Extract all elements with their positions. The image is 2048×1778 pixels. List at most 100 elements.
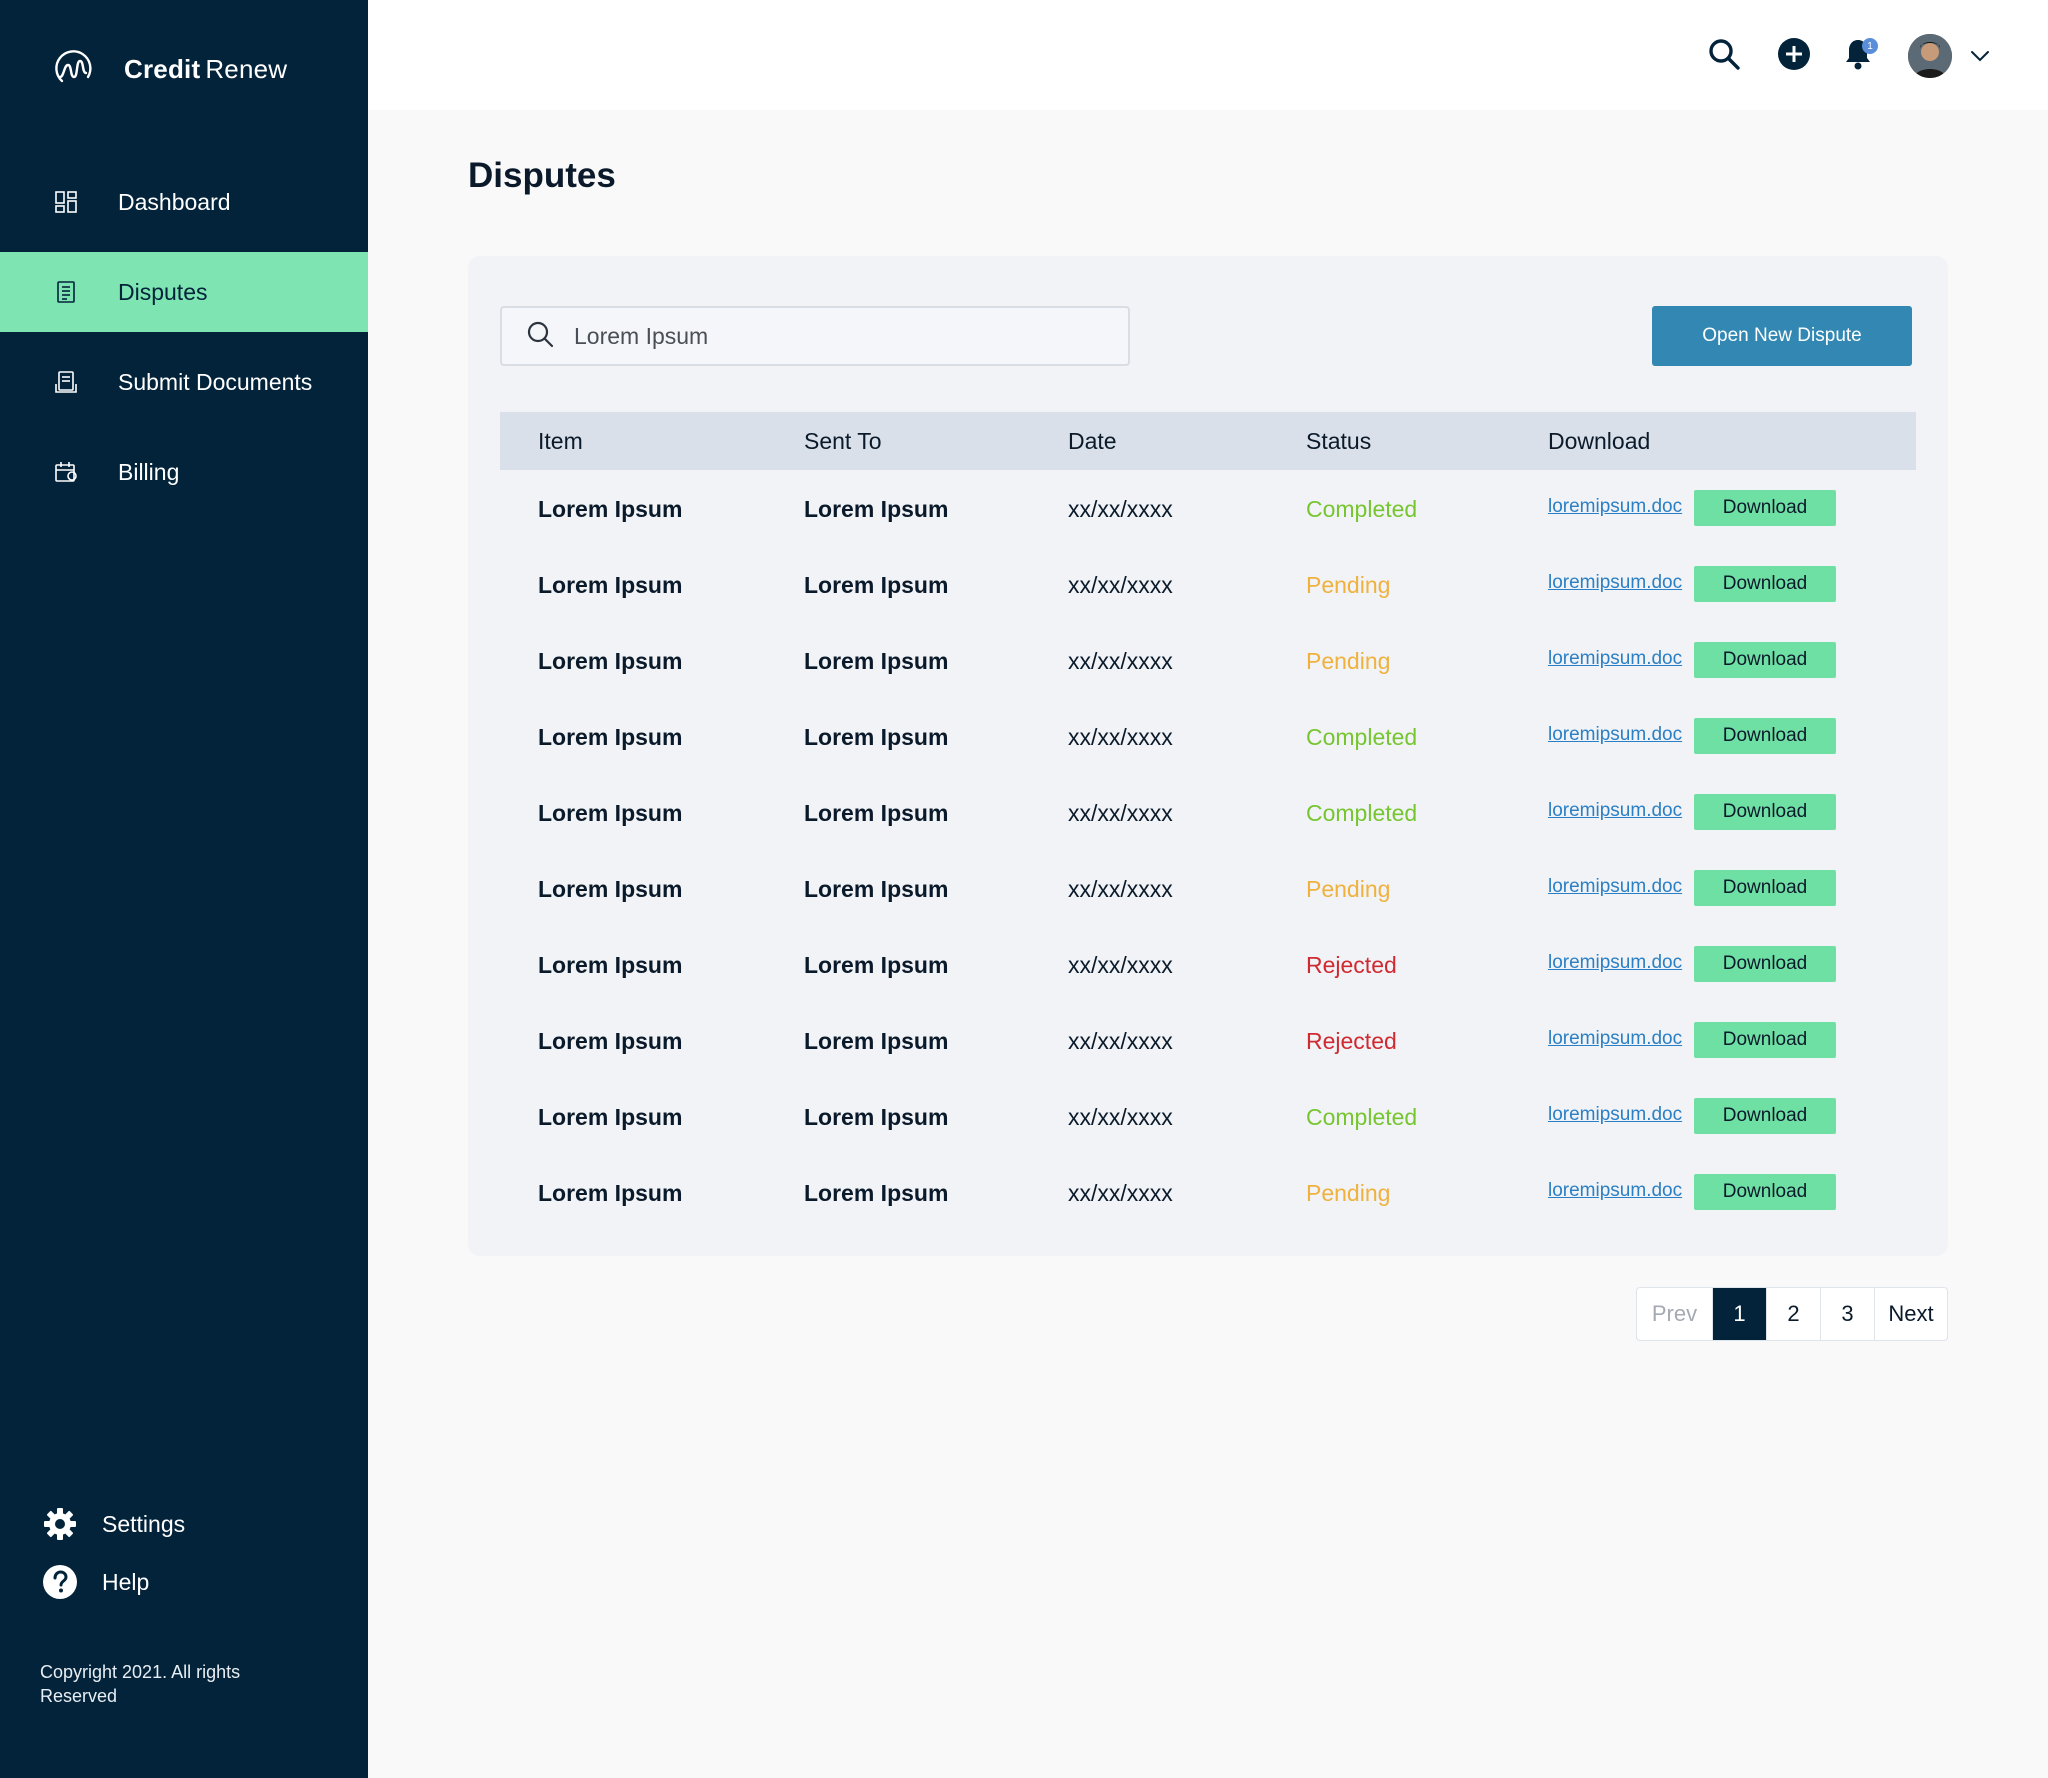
column-header-sent-to: Sent To bbox=[804, 428, 882, 454]
table-row: Lorem Ipsum Lorem Ipsum xx/xx/xxxx Pending l… bbox=[500, 546, 1916, 622]
sidebar-item-disputes[interactable]: Disputes bbox=[0, 252, 368, 332]
cell-item: Lorem Ipsum bbox=[538, 572, 683, 598]
cell-sent-to: Lorem Ipsum bbox=[804, 1104, 949, 1130]
document-link[interactable]: loremipsum.doc bbox=[1548, 952, 1682, 974]
document-link[interactable]: loremipsum.doc bbox=[1548, 1180, 1682, 1202]
top-bar: 1 bbox=[368, 0, 2048, 110]
document-link[interactable]: loremipsum.doc bbox=[1548, 648, 1682, 670]
download-button[interactable]: Download bbox=[1694, 718, 1836, 754]
status-badge: Completed bbox=[1306, 496, 1418, 522]
prev-page-button[interactable]: Prev bbox=[1637, 1288, 1713, 1340]
cell-item: Lorem Ipsum bbox=[538, 952, 683, 978]
download-button[interactable]: Download bbox=[1694, 946, 1836, 982]
cell-date: xx/xx/xxxx bbox=[1068, 952, 1173, 978]
cell-sent-to: Lorem Ipsum bbox=[804, 1028, 949, 1054]
cell-item: Lorem Ipsum bbox=[538, 1028, 683, 1054]
download-button[interactable]: Download bbox=[1694, 490, 1836, 526]
sidebar-item-help[interactable]: Help bbox=[42, 1562, 185, 1602]
sidebar-item-label: Billing bbox=[118, 458, 180, 485]
cell-date: xx/xx/xxxx bbox=[1068, 1028, 1173, 1054]
cell-item: Lorem Ipsum bbox=[538, 876, 683, 902]
search-input[interactable] bbox=[574, 322, 1114, 350]
chevron-down-icon[interactable] bbox=[1968, 44, 1992, 68]
cell-sent-to: Lorem Ipsum bbox=[804, 1180, 949, 1206]
cell-sent-to: Lorem Ipsum bbox=[804, 724, 949, 750]
page-title: Disputes bbox=[468, 156, 616, 195]
sidebar-item-billing[interactable]: Billing bbox=[0, 432, 368, 512]
status-badge: Pending bbox=[1306, 1180, 1391, 1206]
next-page-button[interactable]: Next bbox=[1875, 1288, 1947, 1340]
document-link[interactable]: loremipsum.doc bbox=[1548, 572, 1682, 594]
table-header: Item Sent To Date Status Download bbox=[500, 412, 1916, 470]
document-icon bbox=[54, 280, 78, 304]
document-link[interactable]: loremipsum.doc bbox=[1548, 496, 1682, 518]
open-new-dispute-button[interactable]: Open New Dispute bbox=[1652, 306, 1912, 366]
sidebar-item-settings[interactable]: Settings bbox=[42, 1504, 185, 1544]
brand[interactable]: Credit Renew bbox=[52, 44, 287, 94]
sidebar-nav: Dashboard Disputes Submit Documents Bill… bbox=[0, 162, 368, 512]
document-link[interactable]: loremipsum.doc bbox=[1548, 800, 1682, 822]
document-link[interactable]: loremipsum.doc bbox=[1548, 1028, 1682, 1050]
status-badge: Rejected bbox=[1306, 1028, 1397, 1054]
notification-badge: 1 bbox=[1862, 38, 1878, 54]
download-button[interactable]: Download bbox=[1694, 870, 1836, 906]
brand-name: Credit Renew bbox=[124, 54, 287, 85]
column-header-download: Download bbox=[1548, 428, 1651, 454]
column-header-date: Date bbox=[1068, 428, 1117, 454]
sidebar-item-dashboard[interactable]: Dashboard bbox=[0, 162, 368, 242]
cell-sent-to: Lorem Ipsum bbox=[804, 572, 949, 598]
download-button[interactable]: Download bbox=[1694, 1098, 1836, 1134]
table-body: Lorem Ipsum Lorem Ipsum xx/xx/xxxx Complete… bbox=[500, 470, 1916, 1230]
cell-item: Lorem Ipsum bbox=[538, 1104, 683, 1130]
dashboard-icon bbox=[54, 190, 78, 214]
table-row: Lorem Ipsum Lorem Ipsum xx/xx/xxxx Complete… bbox=[500, 774, 1916, 850]
download-button[interactable]: Download bbox=[1694, 1022, 1836, 1058]
add-icon[interactable] bbox=[1774, 34, 1814, 74]
cell-sent-to: Lorem Ipsum bbox=[804, 876, 949, 902]
download-button[interactable]: Download bbox=[1694, 642, 1836, 678]
cell-sent-to: Lorem Ipsum bbox=[804, 496, 949, 522]
notification-bell-icon[interactable]: 1 bbox=[1838, 34, 1878, 74]
disputes-card: Open New Dispute Item Sent To Date Statu… bbox=[468, 256, 1948, 1256]
search-icon[interactable] bbox=[1704, 34, 1744, 74]
download-button[interactable]: Download bbox=[1694, 1174, 1836, 1210]
cell-item: Lorem Ipsum bbox=[538, 648, 683, 674]
credit-renew-logo-icon bbox=[52, 47, 96, 91]
sidebar-item-submit-documents[interactable]: Submit Documents bbox=[0, 342, 368, 422]
cell-date: xx/xx/xxxx bbox=[1068, 496, 1173, 522]
download-button[interactable]: Download bbox=[1694, 794, 1836, 830]
search-box[interactable] bbox=[500, 306, 1130, 366]
table-row: Lorem Ipsum Lorem Ipsum xx/xx/xxxx Pending l… bbox=[500, 622, 1916, 698]
table-row: Lorem Ipsum Lorem Ipsum xx/xx/xxxx Rejected… bbox=[500, 926, 1916, 1002]
document-link[interactable]: loremipsum.doc bbox=[1548, 1104, 1682, 1126]
cell-date: xx/xx/xxxx bbox=[1068, 876, 1173, 902]
download-button[interactable]: Download bbox=[1694, 566, 1836, 602]
cell-sent-to: Lorem Ipsum bbox=[804, 952, 949, 978]
page-button-2[interactable]: 2 bbox=[1767, 1288, 1821, 1340]
sidebar-item-label: Help bbox=[102, 1568, 150, 1595]
status-badge: Pending bbox=[1306, 648, 1391, 674]
cell-date: xx/xx/xxxx bbox=[1068, 800, 1173, 826]
page-button-3[interactable]: 3 bbox=[1821, 1288, 1875, 1340]
table-row: Lorem Ipsum Lorem Ipsum xx/xx/xxxx Pending l… bbox=[500, 850, 1916, 926]
search-icon bbox=[526, 320, 554, 353]
sidebar-item-label: Disputes bbox=[118, 278, 208, 305]
status-badge: Pending bbox=[1306, 572, 1391, 598]
billing-icon bbox=[54, 460, 78, 484]
status-badge: Completed bbox=[1306, 800, 1418, 826]
sidebar-item-label: Dashboard bbox=[118, 188, 231, 215]
cell-item: Lorem Ipsum bbox=[538, 1180, 683, 1206]
page-button-1[interactable]: 1 bbox=[1713, 1288, 1767, 1340]
sidebar-item-label: Settings bbox=[102, 1510, 186, 1537]
table-row: Lorem Ipsum Lorem Ipsum xx/xx/xxxx Complete… bbox=[500, 698, 1916, 774]
document-link[interactable]: loremipsum.doc bbox=[1548, 876, 1682, 898]
sidebar-item-label: Submit Documents bbox=[118, 368, 313, 395]
avatar[interactable] bbox=[1908, 34, 1952, 78]
copyright-text: Copyright 2021. All rights Reserved bbox=[40, 1662, 241, 1706]
document-link[interactable]: loremipsum.doc bbox=[1548, 724, 1682, 746]
cell-date: xx/xx/xxxx bbox=[1068, 648, 1173, 674]
submit-documents-icon bbox=[54, 370, 78, 394]
brand-name-light: Renew bbox=[205, 53, 288, 84]
gear-icon bbox=[42, 1506, 78, 1542]
cell-sent-to: Lorem Ipsum bbox=[804, 800, 949, 826]
